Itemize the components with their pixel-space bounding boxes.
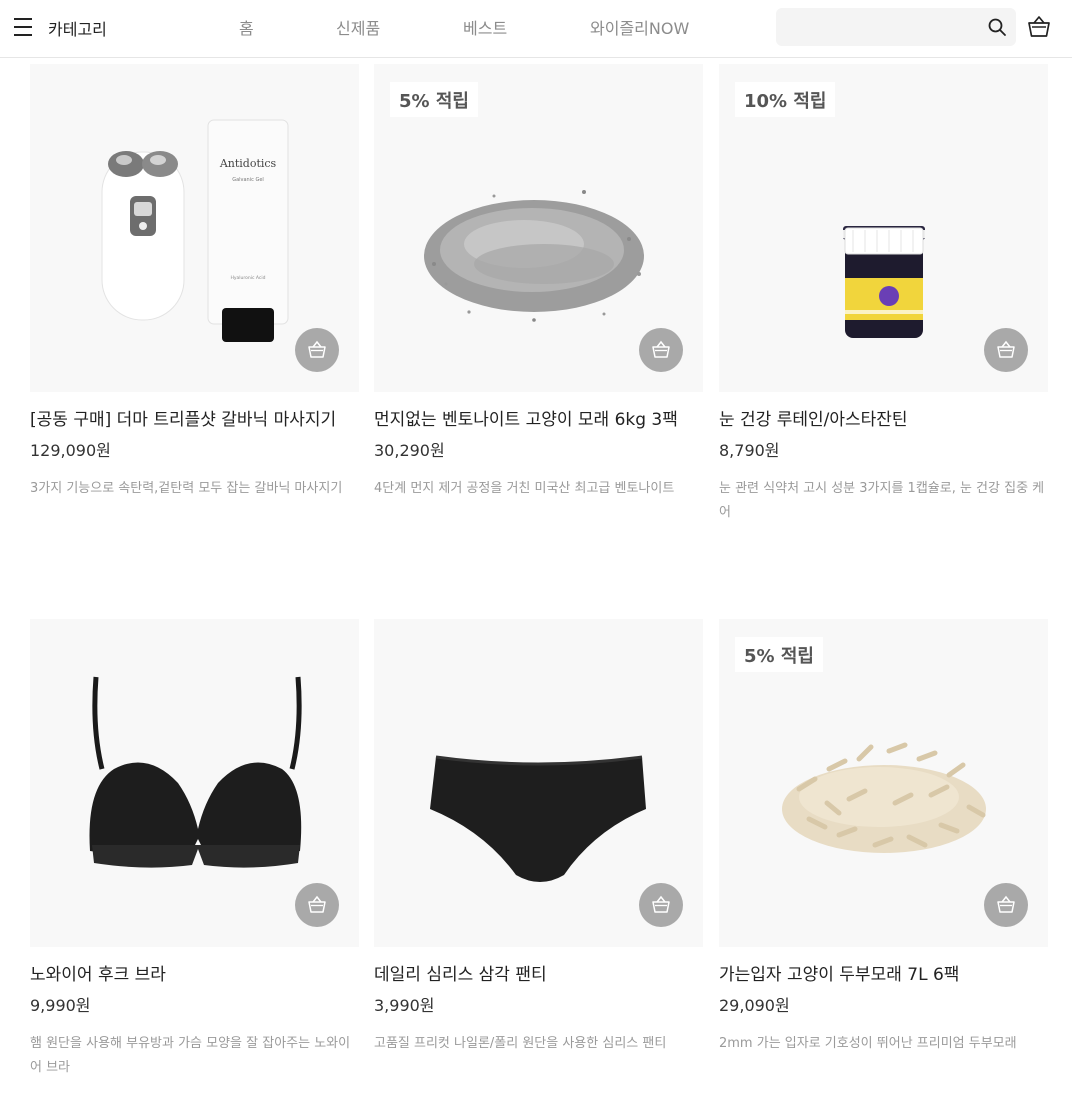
product-image[interactable]: Antidotics Galvanic Gel Hyaluronic Acid	[30, 64, 359, 392]
top-header: 카테고리 홈 신제품 베스트 와이즐리NOW	[0, 0, 1072, 58]
reward-badge: 5% 적립	[390, 82, 478, 117]
add-to-cart-button[interactable]	[295, 328, 339, 372]
product-image[interactable]: 5% 적립	[719, 619, 1048, 947]
cart-icon	[997, 895, 1015, 913]
svg-text:Hyaluronic Acid: Hyaluronic Acid	[231, 275, 266, 281]
product-description: 고품질 프리컷 나일론/폴리 원단을 사용한 심리스 팬티	[374, 1036, 667, 1051]
product-description: 2mm 가는 입자로 기호성이 뛰어난 프리미엄 두부모래	[719, 1036, 1017, 1051]
svg-text:Galvanic Gel: Galvanic Gel	[232, 177, 264, 183]
product-name[interactable]: 노와이어 후크 브라	[30, 964, 359, 986]
basket-icon[interactable]	[1026, 14, 1052, 40]
product-name[interactable]: 데일리 심리스 삼각 팬티	[374, 964, 703, 986]
product-image[interactable]	[374, 619, 703, 947]
product-price: 9,990원	[30, 996, 91, 1015]
nav-wiselynow[interactable]: 와이즐리NOW	[590, 15, 689, 39]
product-name[interactable]: 먼지없는 벤토나이트 고양이 모래 6kg 3팩	[374, 409, 703, 431]
add-to-cart-button[interactable]	[639, 328, 683, 372]
product-card[interactable]: 10% 적립 눈 건강 루테인/아스타잔틴 8,790원 눈 관련 식약처 고시…	[719, 64, 1048, 525]
product-description: 눈 관련 식약처 고시 성분 3가지를 1캡슐로, 눈 건강 집중 케어	[719, 481, 1045, 520]
product-price: 3,990원	[374, 996, 435, 1015]
search-icon[interactable]	[987, 17, 1007, 37]
category-menu-label[interactable]: 카테고리	[48, 16, 107, 40]
product-card[interactable]: 노와이어 후크 브라 9,990원 햄 원단을 사용해 부유방과 가슴 모양을 …	[30, 619, 359, 1080]
cart-icon	[652, 895, 670, 913]
product-image[interactable]: 10% 적립	[719, 64, 1048, 392]
search-box	[776, 8, 1016, 46]
cart-icon	[308, 895, 326, 913]
product-card[interactable]: 5% 적립 가는입자 고양이 두부모래 7L 6팩 29,090원 2mm 가는…	[719, 619, 1048, 1056]
cart-icon	[308, 340, 326, 358]
product-price: 29,090원	[719, 996, 790, 1015]
svg-text:Antidotics: Antidotics	[219, 157, 277, 170]
add-to-cart-button[interactable]	[984, 328, 1028, 372]
product-price: 30,290원	[374, 441, 445, 460]
search-input[interactable]	[776, 8, 976, 46]
nav-home[interactable]: 홈	[239, 15, 254, 39]
cart-icon	[997, 340, 1015, 358]
nav-new[interactable]: 신제품	[336, 15, 380, 39]
menu-icon[interactable]	[14, 18, 34, 38]
product-card[interactable]: 데일리 심리스 삼각 팬티 3,990원 고품질 프리컷 나일론/폴리 원단을 …	[374, 619, 703, 1056]
cart-icon	[652, 340, 670, 358]
product-image[interactable]	[30, 619, 359, 947]
product-price: 129,090원	[30, 441, 111, 460]
product-card[interactable]: Antidotics Galvanic Gel Hyaluronic Acid …	[30, 64, 359, 501]
product-card[interactable]: 5% 적립 먼지없는 벤토나이트 고양이 모래 6kg 3팩 30,290원 4…	[374, 64, 703, 501]
add-to-cart-button[interactable]	[295, 883, 339, 927]
reward-badge: 5% 적립	[735, 637, 823, 672]
add-to-cart-button[interactable]	[984, 883, 1028, 927]
product-name[interactable]: [공동 구매] 더마 트리플샷 갈바닉 마사지기	[30, 409, 359, 431]
product-price: 8,790원	[719, 441, 780, 460]
product-description: 4단계 먼지 제거 공정을 거친 미국산 최고급 벤토나이트	[374, 481, 675, 496]
product-name[interactable]: 가는입자 고양이 두부모래 7L 6팩	[719, 964, 1048, 986]
reward-badge: 10% 적립	[735, 82, 836, 117]
product-name[interactable]: 눈 건강 루테인/아스타잔틴	[719, 409, 1048, 431]
nav-best[interactable]: 베스트	[463, 15, 507, 39]
add-to-cart-button[interactable]	[639, 883, 683, 927]
product-description: 햄 원단을 사용해 부유방과 가슴 모양을 잘 잡아주는 노와이어 브라	[30, 1036, 351, 1075]
product-description: 3가지 기능으로 속탄력,겉탄력 모두 잡는 갈바닉 마사지기	[30, 481, 343, 496]
product-image[interactable]: 5% 적립	[374, 64, 703, 392]
